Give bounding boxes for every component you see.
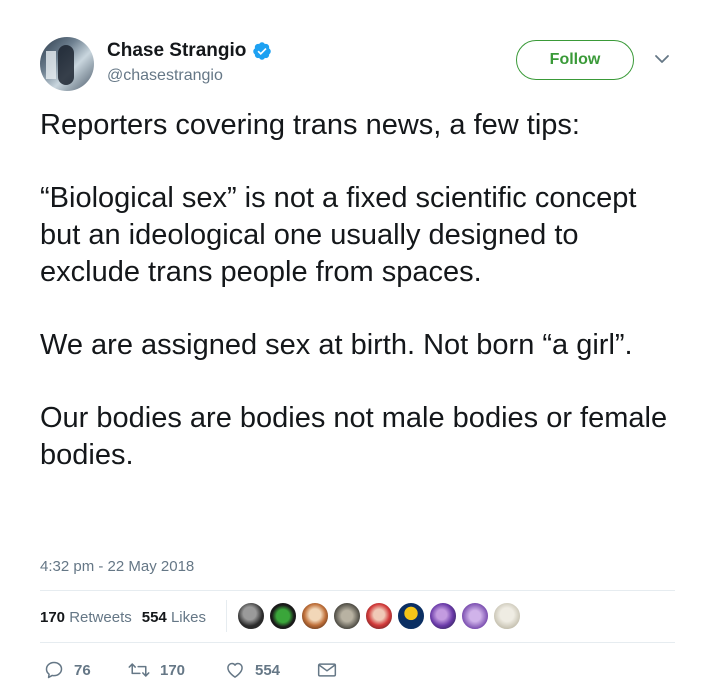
heart-icon <box>227 662 243 678</box>
retweet-count: 170 <box>160 661 186 679</box>
liker-avatar[interactable] <box>237 602 265 630</box>
retweets-stat-count: 170 <box>40 609 66 626</box>
retweet-button[interactable]: 170 <box>128 660 225 680</box>
liker-avatar[interactable] <box>365 602 393 630</box>
liker-avatar[interactable] <box>333 602 361 630</box>
author-handle[interactable]: @chasestrangio <box>107 67 223 85</box>
retweets-stat[interactable]: 170 Retweets <box>40 609 132 626</box>
stats-separator <box>226 600 227 632</box>
author-name-text[interactable]: Chase Strangio <box>107 40 246 62</box>
liker-avatars <box>237 602 525 630</box>
liker-avatar[interactable] <box>269 602 297 630</box>
liker-avatar[interactable] <box>301 602 329 630</box>
divider <box>40 590 675 591</box>
tweet-paragraph: “Biological sex” is not a fixed scientif… <box>40 182 637 288</box>
follow-button[interactable]: Follow <box>516 40 634 80</box>
likes-stat[interactable]: 554 Likes <box>142 609 206 626</box>
liker-avatar[interactable] <box>429 602 457 630</box>
retweets-stat-label: Retweets <box>69 609 132 626</box>
chevron-down-icon[interactable] <box>654 53 670 65</box>
reply-button[interactable]: 76 <box>44 660 128 680</box>
reply-icon <box>45 661 63 679</box>
tweet-paragraph: Reporters covering trans news, a few tip… <box>40 109 580 141</box>
likes-stat-count: 554 <box>141 609 167 626</box>
liker-avatar[interactable] <box>397 602 425 630</box>
tweet-timestamp[interactable]: 4:32 pm - 22 May 2018 <box>40 558 194 575</box>
like-count: 554 <box>255 661 281 679</box>
like-button[interactable]: 554 <box>225 660 317 680</box>
tweet-paragraph: We are assigned sex at birth. Not born “… <box>40 329 633 361</box>
liker-avatar[interactable] <box>461 602 489 630</box>
retweet-icon <box>128 663 150 677</box>
engagement-stats: 170 Retweets 554 Likes <box>40 609 206 626</box>
direct-message-button[interactable] <box>317 661 337 679</box>
verified-badge-icon <box>253 42 272 60</box>
likes-stat-label: Likes <box>170 609 206 626</box>
tweet-text: Reporters covering trans news, a few tip… <box>40 107 680 474</box>
author-name[interactable]: Chase Strangio <box>107 40 272 62</box>
divider <box>40 642 675 643</box>
envelope-icon <box>317 663 337 677</box>
tweet-actions: 76 170 554 <box>44 660 337 680</box>
reply-count: 76 <box>74 661 91 679</box>
liker-avatar[interactable] <box>493 602 521 630</box>
avatar[interactable] <box>40 37 94 91</box>
tweet-paragraph: Our bodies are bodies not male bodies or… <box>40 402 668 471</box>
